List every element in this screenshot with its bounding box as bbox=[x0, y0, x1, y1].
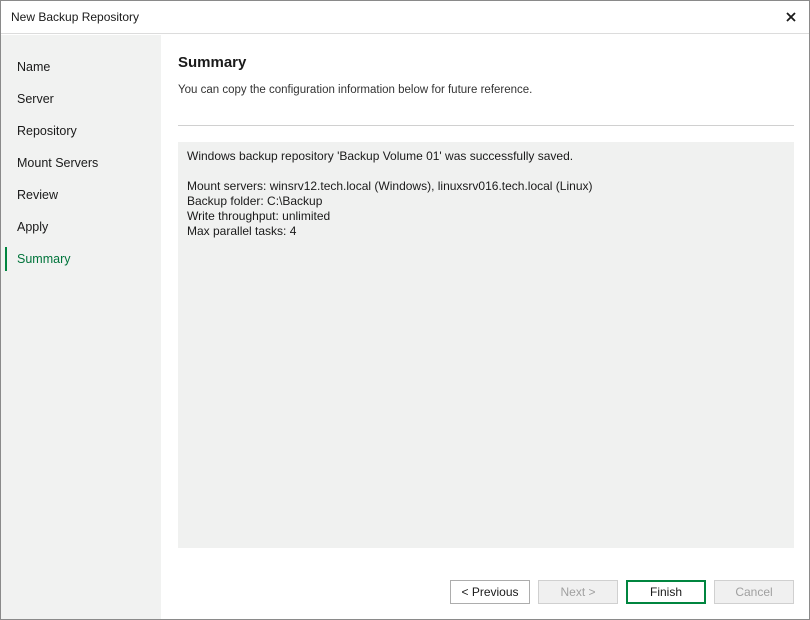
sidebar-item-name[interactable]: Name bbox=[1, 55, 161, 79]
window-title: New Backup Repository bbox=[11, 10, 140, 24]
sidebar-item-review[interactable]: Review bbox=[1, 183, 161, 207]
sidebar-item-label: Name bbox=[17, 60, 51, 74]
summary-write-throughput: Write throughput: unlimited bbox=[187, 209, 331, 223]
finish-button[interactable]: Finish bbox=[626, 580, 706, 604]
sidebar-item-summary[interactable]: Summary bbox=[1, 247, 161, 271]
sidebar-item-repository[interactable]: Repository bbox=[1, 119, 161, 143]
sidebar-item-label: Mount Servers bbox=[17, 156, 99, 170]
sidebar-item-label: Apply bbox=[17, 220, 49, 234]
header-divider bbox=[178, 125, 794, 126]
summary-saved-message: Windows backup repository 'Backup Volume… bbox=[187, 149, 574, 163]
sidebar-item-apply[interactable]: Apply bbox=[1, 215, 161, 239]
close-icon bbox=[786, 12, 796, 22]
wizard-content: Summary You can copy the configuration i… bbox=[161, 35, 809, 619]
wizard-steps-sidebar: Name Server Repository Mount Servers Rev… bbox=[1, 35, 161, 619]
sidebar-item-mount-servers[interactable]: Mount Servers bbox=[1, 151, 161, 175]
sidebar-item-label: Review bbox=[17, 188, 58, 202]
sidebar-item-label: Summary bbox=[17, 252, 71, 266]
page-title: Summary bbox=[178, 54, 247, 71]
summary-mount-servers: Mount servers: winsrv12.tech.local (Wind… bbox=[187, 179, 593, 193]
summary-text-box[interactable]: Windows backup repository 'Backup Volume… bbox=[178, 142, 794, 548]
next-button[interactable]: Next > bbox=[538, 580, 618, 604]
summary-backup-folder: Backup folder: C:\Backup bbox=[187, 194, 323, 208]
previous-button[interactable]: < Previous bbox=[450, 580, 530, 604]
close-button[interactable] bbox=[779, 5, 803, 29]
summary-max-parallel-tasks: Max parallel tasks: 4 bbox=[187, 224, 297, 238]
sidebar-item-label: Server bbox=[17, 92, 54, 106]
title-bar: New Backup Repository bbox=[1, 1, 809, 34]
summary-spacer bbox=[187, 164, 785, 179]
page-subtitle: You can copy the configuration informati… bbox=[178, 84, 533, 96]
active-step-indicator bbox=[5, 247, 7, 271]
cancel-button[interactable]: Cancel bbox=[714, 580, 794, 604]
sidebar-item-label: Repository bbox=[17, 124, 77, 138]
sidebar-item-server[interactable]: Server bbox=[1, 87, 161, 111]
new-backup-repository-dialog: New Backup Repository Name Server Reposi… bbox=[0, 0, 810, 620]
